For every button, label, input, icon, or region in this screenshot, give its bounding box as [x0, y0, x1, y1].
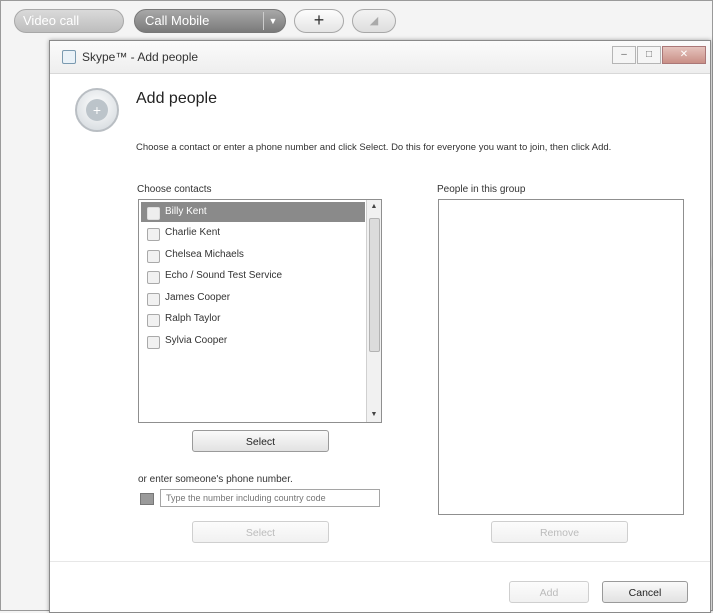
instructions-text: Choose a contact or enter a phone number… — [136, 142, 612, 153]
remove-button[interactable]: Remove — [491, 521, 628, 543]
phone-number-input[interactable] — [160, 489, 380, 507]
phone-number-row — [138, 489, 382, 509]
skype-window-icon — [62, 50, 76, 64]
list-item[interactable]: Billy Kent — [141, 202, 365, 222]
add-button[interactable]: Add — [509, 581, 589, 603]
contacts-list[interactable]: Billy Kent Charlie Kent Chelsea Michaels… — [138, 199, 382, 423]
scroll-down-arrow-icon[interactable]: ▼ — [367, 408, 381, 422]
video-call-button[interactable]: Video call — [14, 9, 124, 33]
title-bar[interactable]: Skype™ - Add people – □ ✕ — [50, 41, 710, 74]
signal-icon[interactable]: ◢ — [352, 9, 396, 33]
window-title: Skype™ - Add people — [82, 50, 199, 64]
contact-icon — [147, 207, 160, 220]
minimize-button[interactable]: – — [612, 46, 636, 64]
add-people-dialog: Skype™ - Add people – □ ✕ + Add people Cho… — [49, 40, 711, 613]
call-mobile-label: Call Mobile — [145, 13, 210, 28]
skype-call-toolbar: Video call Call Mobile ▼ + ◢ — [14, 9, 396, 35]
call-mobile-button[interactable]: Call Mobile ▼ — [134, 9, 286, 33]
list-item[interactable]: Charlie Kent — [141, 223, 365, 243]
close-button[interactable]: ✕ — [662, 46, 706, 64]
chevron-down-icon[interactable]: ▼ — [263, 12, 282, 30]
list-item[interactable]: Chelsea Michaels — [141, 245, 365, 265]
contact-icon — [147, 228, 160, 241]
list-item[interactable]: Sylvia Cooper — [141, 331, 365, 351]
contact-icon — [147, 336, 160, 349]
list-item[interactable]: Ralph Taylor — [141, 309, 365, 329]
people-in-group-label: People in this group — [437, 184, 526, 195]
people-in-group-list[interactable] — [438, 199, 684, 515]
select-contact-button[interactable]: Select — [192, 430, 329, 452]
list-item[interactable]: Echo / Sound Test Service — [141, 266, 365, 286]
window-controls: – □ ✕ — [611, 46, 706, 66]
scroll-up-arrow-icon[interactable]: ▲ — [367, 200, 381, 214]
country-flag-icon[interactable] — [140, 493, 154, 505]
contact-icon — [147, 271, 160, 284]
select-phone-button[interactable]: Select — [192, 521, 329, 543]
contact-icon — [147, 293, 160, 306]
cancel-button[interactable]: Cancel — [602, 581, 688, 603]
footer-divider — [50, 561, 710, 562]
choose-contacts-label: Choose contacts — [137, 184, 212, 195]
add-button[interactable]: + — [294, 9, 344, 33]
maximize-button[interactable]: □ — [637, 46, 661, 64]
dialog-heading: Add people — [136, 90, 217, 107]
phone-number-label: or enter someone's phone number. — [138, 474, 293, 485]
contact-icon — [147, 314, 160, 327]
contact-icon — [147, 250, 160, 263]
scrollbar-thumb[interactable] — [369, 218, 380, 352]
list-item[interactable]: James Cooper — [141, 288, 365, 308]
contacts-scrollbar[interactable]: ▲ ▼ — [366, 200, 381, 422]
add-people-icon: + — [75, 88, 119, 132]
